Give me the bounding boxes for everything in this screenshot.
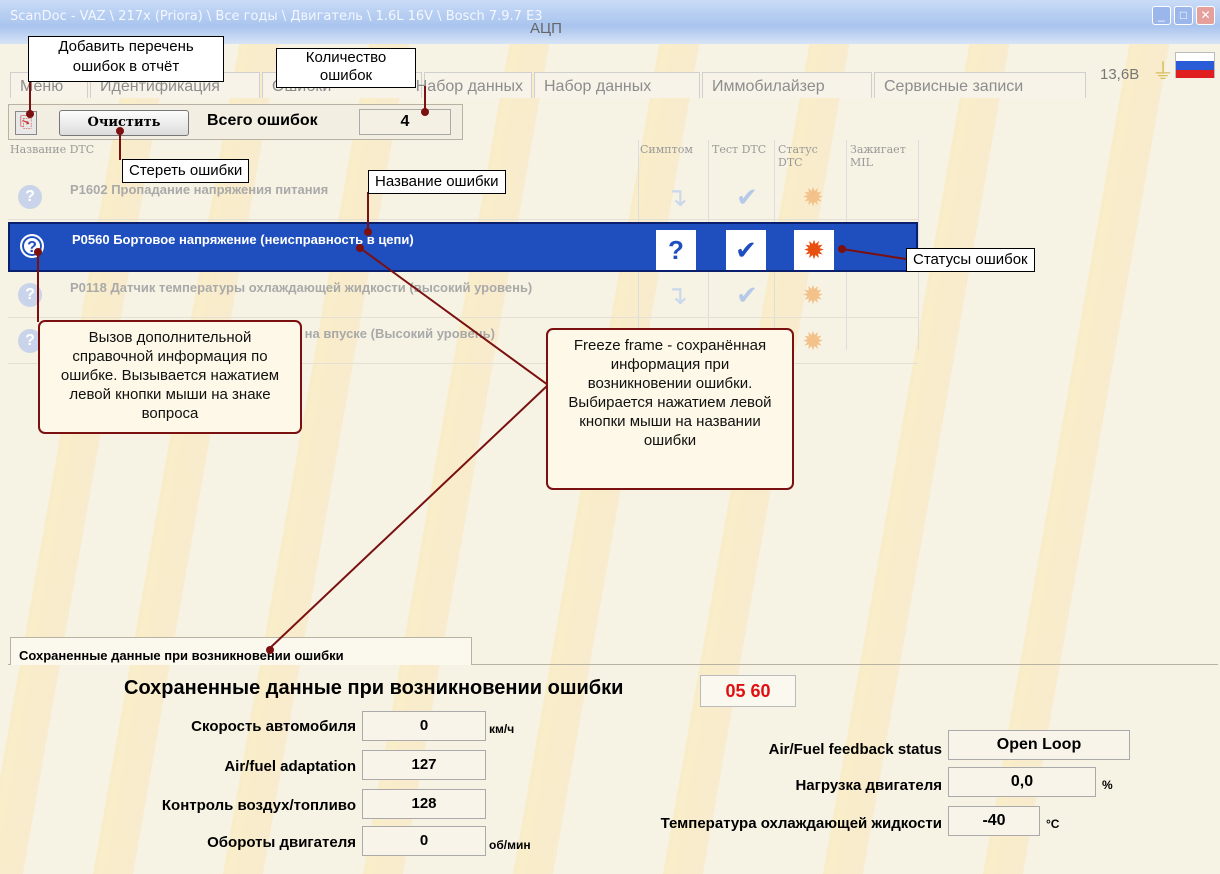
field-value-air-fuel-control: 128 [362,789,486,819]
callout-freeze-frame: Freeze frame - сохранённая информация пр… [546,328,794,490]
table-row[interactable]: ? P0118 Датчик температуры охлаждающей ж… [8,274,918,318]
symptom-unknown-icon: ? [656,230,696,270]
section-label: АЦП [530,20,562,37]
dtc-name[interactable]: P1602 Пропадание напряжения питания [70,182,630,198]
callout-help-info: Вызов дополнительной справочной информац… [38,320,302,434]
tab-data-set-2[interactable]: Набор данных [534,72,700,98]
field-value-af-feedback-status: Open Loop [948,730,1130,760]
grid-divider [918,140,919,350]
table-row-selected[interactable]: ? P0560 Бортовое напряжение (неисправнос… [8,222,918,272]
test-check-icon: ✔ [726,230,766,270]
test-check-icon: ✔ [736,280,758,310]
report-icon: ⎘ [19,114,32,131]
callout-error-count: Количество ошибок [276,48,416,88]
freeze-frame-title: Сохраненные данные при возникновении оши… [124,677,624,699]
power-plug-icon: ⏚ [1152,59,1175,84]
field-label-engine-rpm: Обороты двигателя [207,834,356,851]
maximize-button[interactable]: □ [1174,6,1193,25]
window-title: ScanDoc - VAZ \ 217x (Priora) \ Все годы… [10,9,543,24]
help-question-icon[interactable]: ? [18,185,42,209]
symptom-arrow-icon: ↴ [666,182,688,212]
symptom-arrow-icon: ↴ [666,280,688,310]
dtc-name[interactable]: P0560 Бортовое напряжение (неисправность… [72,232,632,248]
column-header-mil: Зажигает MIL [850,143,906,169]
callout-error-name: Название ошибки [368,170,506,194]
tab-service-records[interactable]: Сервисные записи [874,72,1086,98]
column-header-name: Название DTC [10,143,95,156]
field-label-af-adaptation: Air/fuel adaptation [224,758,356,775]
callout-add-report: Добавить перечень ошибок в отчёт [28,36,224,82]
status-sun-icon: ✹ [802,280,824,310]
close-button[interactable]: ✕ [1196,6,1215,25]
help-question-icon[interactable]: ? [18,283,42,307]
minimize-button[interactable]: _ [1152,6,1171,25]
language-flag-icon[interactable] [1175,52,1215,78]
field-unit-engine-load: % [1102,778,1113,792]
callout-erase-errors: Стереть ошибки [122,159,250,183]
tab-data-set-1-label: Набор данных [415,78,523,95]
total-errors-value: 4 [359,109,451,135]
help-question-icon[interactable]: ? [20,234,44,258]
voltage-indicator: 13,6В [1100,66,1140,83]
field-value-vehicle-speed: 0 [362,711,486,741]
status-sun-icon: ✹ [802,182,824,212]
field-label-vehicle-speed: Скорость автомобиля [191,718,356,735]
field-label-coolant-temp: Температура охлаждающей жидкости [660,815,942,832]
tab-freeze-frame[interactable]: Сохраненные данные при возникновении оши… [10,637,472,665]
field-value-engine-load: 0,0 [948,767,1096,797]
column-header-test: Тест DTC [712,143,767,156]
add-to-report-button[interactable]: ⎘ [15,111,37,135]
field-label-af-feedback-status: Air/Fuel feedback status [768,741,942,758]
clear-errors-button[interactable]: Очистить [59,110,189,136]
field-label-engine-load: Нагрузка двигателя [795,777,942,794]
field-label-air-fuel-control: Контроль воздух/топливо [161,797,356,814]
field-value-af-adaptation: 127 [362,750,486,780]
field-unit-coolant-temp: °C [1046,817,1060,831]
freeze-frame-code: 05 60 [700,675,796,707]
tab-data-set-1[interactable]: Набор данных [416,72,532,98]
status-sun-icon: ✹ [802,326,824,356]
total-errors-label: Всего ошибок [207,112,318,129]
field-unit-vehicle-speed: км/ч [489,722,515,736]
status-sun-icon: ✹ [794,230,834,270]
column-header-symptom: Симптом [640,143,693,156]
field-value-coolant-temp: -40 [948,806,1040,836]
field-value-engine-rpm: 0 [362,826,486,856]
column-header-status: Статус DTC [778,143,818,169]
test-check-icon: ✔ [736,182,758,212]
dtc-name[interactable]: P0118 Датчик температуры охлаждающей жид… [70,280,590,296]
field-unit-engine-rpm: об/мин [489,838,531,852]
callout-error-statuses: Статусы ошибок [906,248,1035,272]
error-toolbar: ⎘ Очистить Всего ошибок 4 [8,104,463,140]
tab-immobilizer[interactable]: Иммобилайзер [702,72,872,98]
